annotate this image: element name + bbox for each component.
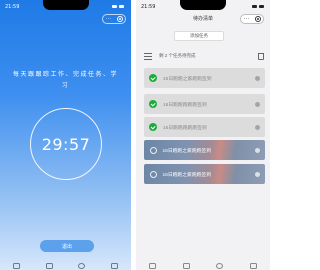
tab-stats-icon[interactable]	[216, 262, 224, 269]
battery-icon	[259, 5, 264, 8]
focus-task-text: 每天跟跟踪工作、完成任务、学 习	[12, 72, 118, 89]
task-text: 16日跑跑跑跑跑签到	[163, 102, 207, 108]
task-row[interactable]: 16日跑跑跑跑跑签到	[144, 117, 265, 137]
tab-bar	[136, 261, 270, 270]
task-text: 16日跑跑跑跑跑签到	[163, 125, 207, 131]
delete-icon[interactable]	[255, 171, 260, 177]
remaining-summary: 剩 2 个任务待完成	[159, 53, 196, 58]
status-time: 21:59	[141, 4, 156, 10]
signal-icon	[112, 5, 117, 8]
add-task-button[interactable]: 添加任务	[174, 31, 224, 41]
check-circle-icon[interactable]	[149, 100, 157, 108]
exit-button[interactable]: 退出	[40, 240, 94, 252]
status-time: 21:59	[5, 4, 20, 10]
delete-icon[interactable]	[255, 101, 260, 107]
tab-home-icon[interactable]	[149, 262, 157, 269]
tab-stats-icon[interactable]	[78, 262, 86, 269]
unchecked-circle-icon[interactable]	[149, 146, 157, 154]
tab-me-icon[interactable]	[111, 262, 119, 269]
mini-program-capsule[interactable]: ···	[240, 14, 264, 24]
task-row[interactable]: 16日跑跑跑跑跑签到	[144, 94, 265, 114]
task-row[interactable]: 16日跑跑之家跑跑签到	[144, 68, 265, 88]
timer-ring: 29:57	[30, 108, 102, 180]
check-circle-icon[interactable]	[149, 74, 157, 82]
more-dots-icon[interactable]: ···	[106, 16, 112, 22]
unchecked-circle-icon[interactable]	[149, 170, 157, 178]
tab-list-icon[interactable]	[182, 262, 190, 269]
check-circle-icon[interactable]	[149, 123, 157, 131]
status-icons	[246, 4, 264, 9]
task-row[interactable]: 16日跑跑之家跑跑签到	[144, 164, 265, 184]
tab-me-icon[interactable]	[249, 262, 257, 269]
timer-countdown: 29:57	[41, 134, 91, 154]
tab-home-icon[interactable]	[12, 262, 20, 269]
summary-row: 剩 2 个任务待完成	[144, 50, 264, 62]
close-target-icon[interactable]	[254, 16, 261, 22]
trash-icon[interactable]	[258, 52, 264, 60]
signal-icon	[252, 5, 257, 8]
tab-bar	[0, 261, 131, 270]
more-dots-icon[interactable]: ···	[244, 16, 250, 22]
notch	[43, 0, 89, 10]
notch	[180, 0, 226, 10]
delete-icon[interactable]	[255, 75, 260, 81]
task-text: 16日跑跑之家跑跑签到	[162, 148, 212, 154]
delete-icon[interactable]	[255, 124, 260, 130]
task-text: 16日跑跑之家跑跑签到	[162, 172, 212, 178]
delete-icon[interactable]	[255, 147, 260, 153]
close-target-icon[interactable]	[116, 16, 123, 22]
task-text: 16日跑跑之家跑跑签到	[163, 76, 212, 82]
focus-timer-screen: 21:59 ··· 每天跟跟踪工作、完成任务、学 习 29:57 退出	[0, 0, 131, 270]
task-row[interactable]: 16日跑跑之家跑跑签到	[144, 140, 265, 160]
tab-list-icon[interactable]	[45, 262, 53, 269]
list-icon[interactable]	[144, 52, 152, 60]
status-icons	[106, 4, 124, 9]
battery-icon	[119, 5, 124, 8]
todo-list-screen: 21:59 待办清单 ··· 添加任务 剩 2 个任务待完成 16日跑跑之家跑跑…	[136, 0, 270, 270]
mini-program-capsule[interactable]: ···	[102, 14, 126, 24]
